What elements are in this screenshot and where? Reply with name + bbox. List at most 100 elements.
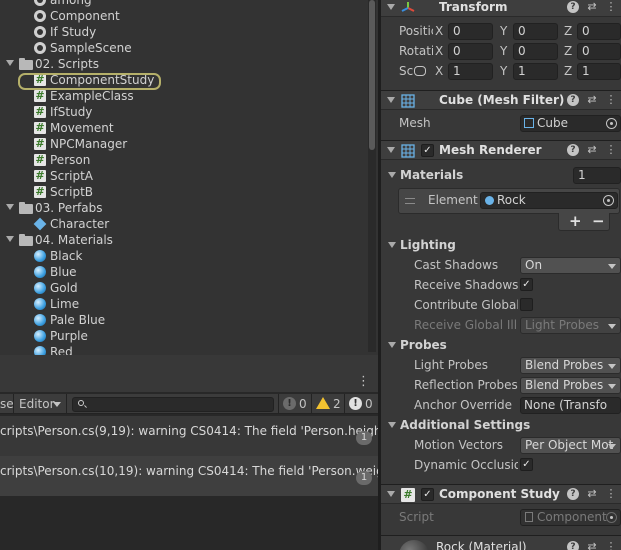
preset-icon[interactable]: ⇄ [586, 144, 598, 156]
add-element-button[interactable]: + [569, 213, 582, 230]
remove-element-button[interactable]: − [592, 213, 605, 230]
contribute-gi-checkbox[interactable] [520, 298, 533, 311]
asset-row[interactable]: # ScriptB [0, 184, 368, 200]
drag-handle-icon[interactable] [405, 198, 415, 204]
component-study-enabled-checkbox[interactable]: ✓ [421, 488, 434, 501]
rotation-x-field[interactable]: 0 [448, 43, 493, 60]
asset-row[interactable]: Purple [0, 328, 368, 344]
project-scrollbar[interactable] [368, 0, 376, 352]
preset-icon[interactable]: ⇄ [586, 488, 598, 500]
asset-row[interactable]: Gold [0, 280, 368, 296]
help-icon[interactable]: ? [567, 541, 579, 550]
position-y-field[interactable]: 0 [513, 23, 558, 40]
log-entry[interactable]: cripts\Person.cs(9,19): warning CS0414: … [0, 416, 414, 456]
foldout-arrow-icon[interactable] [6, 236, 14, 242]
foldout-arrow-icon[interactable] [6, 204, 14, 210]
transform-icon [401, 1, 415, 15]
asset-row[interactable]: # Movement [0, 120, 368, 136]
asset-row[interactable]: Lime [0, 296, 368, 312]
dynamic-occlusion-checkbox[interactable]: ✓ [520, 458, 533, 471]
rotation-z-field[interactable]: 0 [577, 43, 621, 60]
asset-row[interactable]: # Person [0, 152, 368, 168]
materials-section[interactable]: Materials 1 [381, 165, 621, 185]
mesh-renderer-icon [401, 144, 415, 158]
context-menu-icon[interactable]: ⋮ [605, 144, 617, 156]
preset-icon[interactable]: ⇄ [586, 94, 598, 106]
asset-row[interactable]: Black [0, 248, 368, 264]
error-toggle[interactable]: ! 0 [344, 394, 376, 414]
material-preview-header[interactable]: Rock (Material) ? ⇄ ⋮ [381, 535, 621, 550]
materials-size-field[interactable]: 1 [573, 167, 621, 184]
asset-row[interactable]: If Study [0, 24, 368, 40]
help-icon[interactable]: ? [567, 488, 579, 500]
context-menu-icon[interactable]: ⋮ [605, 1, 617, 13]
collapse-button[interactable]: se [0, 394, 14, 414]
help-icon[interactable]: ? [567, 1, 579, 13]
object-picker-icon[interactable] [603, 195, 614, 206]
anchor-override-field[interactable]: None (Transfo [520, 397, 621, 414]
constrain-proportions-icon[interactable] [414, 66, 426, 76]
foldout-arrow-icon[interactable] [388, 172, 396, 178]
help-icon[interactable]: ? [567, 144, 579, 156]
scale-y-field[interactable]: 1 [513, 63, 558, 80]
log-entry[interactable]: cripts\Person.cs(10,19): warning CS0414:… [0, 456, 413, 496]
position-x-field[interactable]: 0 [448, 23, 493, 40]
folder-row[interactable]: 02. Scripts [0, 56, 368, 72]
asset-row[interactable]: # IfStudy [0, 104, 368, 120]
additional-settings-section[interactable]: Additional Settings [381, 415, 621, 435]
position-z-field[interactable]: 0 [577, 23, 621, 40]
rotation-y-field[interactable]: 0 [513, 43, 558, 60]
asset-row[interactable]: # ScriptA [0, 168, 368, 184]
reflection-probes-dropdown[interactable]: Blend Probes [520, 377, 621, 394]
scale-z-field[interactable]: 1 [577, 63, 621, 80]
foldout-arrow-icon[interactable] [387, 97, 395, 103]
folder-row[interactable]: 04. Materials [0, 232, 368, 248]
dropdown-arrow-icon [53, 402, 61, 407]
receive-shadows-checkbox[interactable]: ✓ [520, 278, 533, 291]
foldout-arrow-icon[interactable] [387, 491, 395, 497]
foldout-arrow-icon[interactable] [388, 242, 396, 248]
console-search-input[interactable] [72, 397, 274, 412]
asset-row[interactable]: Component [0, 8, 368, 24]
object-picker-icon[interactable] [606, 118, 617, 129]
probes-section[interactable]: Probes [381, 335, 621, 355]
motion-vectors-dropdown[interactable]: Per Object Mot [520, 437, 621, 454]
context-menu-icon[interactable]: ⋮ [605, 488, 617, 500]
mesh-renderer-enabled-checkbox[interactable]: ✓ [421, 144, 434, 157]
transform-header[interactable]: Transform ? ⇄ ⋮ [381, 0, 621, 17]
asset-row[interactable]: # NPCManager [0, 136, 368, 152]
scale-x-field[interactable]: 1 [448, 63, 493, 80]
foldout-arrow-icon[interactable] [6, 60, 14, 66]
asset-row[interactable]: Blue [0, 264, 368, 280]
element-material-field[interactable]: Rock [480, 192, 618, 209]
folder-row[interactable]: 03. Perfabs [0, 200, 368, 216]
warning-toggle[interactable]: 2 [311, 394, 343, 414]
asset-row[interactable]: # ExampleClass [0, 88, 368, 104]
light-probes-dropdown[interactable]: Blend Probes [520, 357, 621, 374]
mesh-filter-header[interactable]: Cube (Mesh Filter) ? ⇄ ⋮ [381, 90, 621, 110]
cast-shadows-dropdown[interactable]: On [520, 257, 621, 274]
component-study-header[interactable]: # ✓ Component Study (S ? ⇄ ⋮ [381, 484, 621, 504]
context-menu-icon[interactable]: ⋮ [605, 541, 617, 550]
project-scrollbar-thumb[interactable] [369, 0, 375, 150]
preset-icon[interactable]: ⇄ [586, 541, 598, 550]
mesh-field[interactable]: Cube [520, 115, 621, 132]
editor-dropdown[interactable]: Editor [15, 394, 67, 414]
lighting-section[interactable]: Lighting [381, 235, 621, 255]
asset-row[interactable]: among [0, 0, 368, 8]
foldout-arrow-icon[interactable] [387, 4, 395, 10]
asset-row[interactable]: SampleScene [0, 40, 368, 56]
info-toggle[interactable]: ! 0 [278, 394, 310, 414]
foldout-arrow-icon[interactable] [388, 342, 396, 348]
asset-row[interactable]: Red [0, 344, 368, 355]
foldout-arrow-icon[interactable] [388, 422, 396, 428]
help-icon[interactable]: ? [567, 94, 579, 106]
asset-row[interactable]: Character [0, 216, 368, 232]
preset-icon[interactable]: ⇄ [586, 1, 598, 13]
foldout-arrow-icon[interactable] [387, 147, 395, 153]
mesh-renderer-header[interactable]: ✓ Mesh Renderer ? ⇄ ⋮ [381, 140, 621, 160]
asset-row[interactable]: Pale Blue [0, 312, 368, 328]
context-menu-icon[interactable]: ⋮ [605, 94, 617, 106]
anchor-override-label: Anchor Override [414, 398, 513, 412]
panel-menu-icon[interactable]: ⋮ [357, 374, 370, 390]
